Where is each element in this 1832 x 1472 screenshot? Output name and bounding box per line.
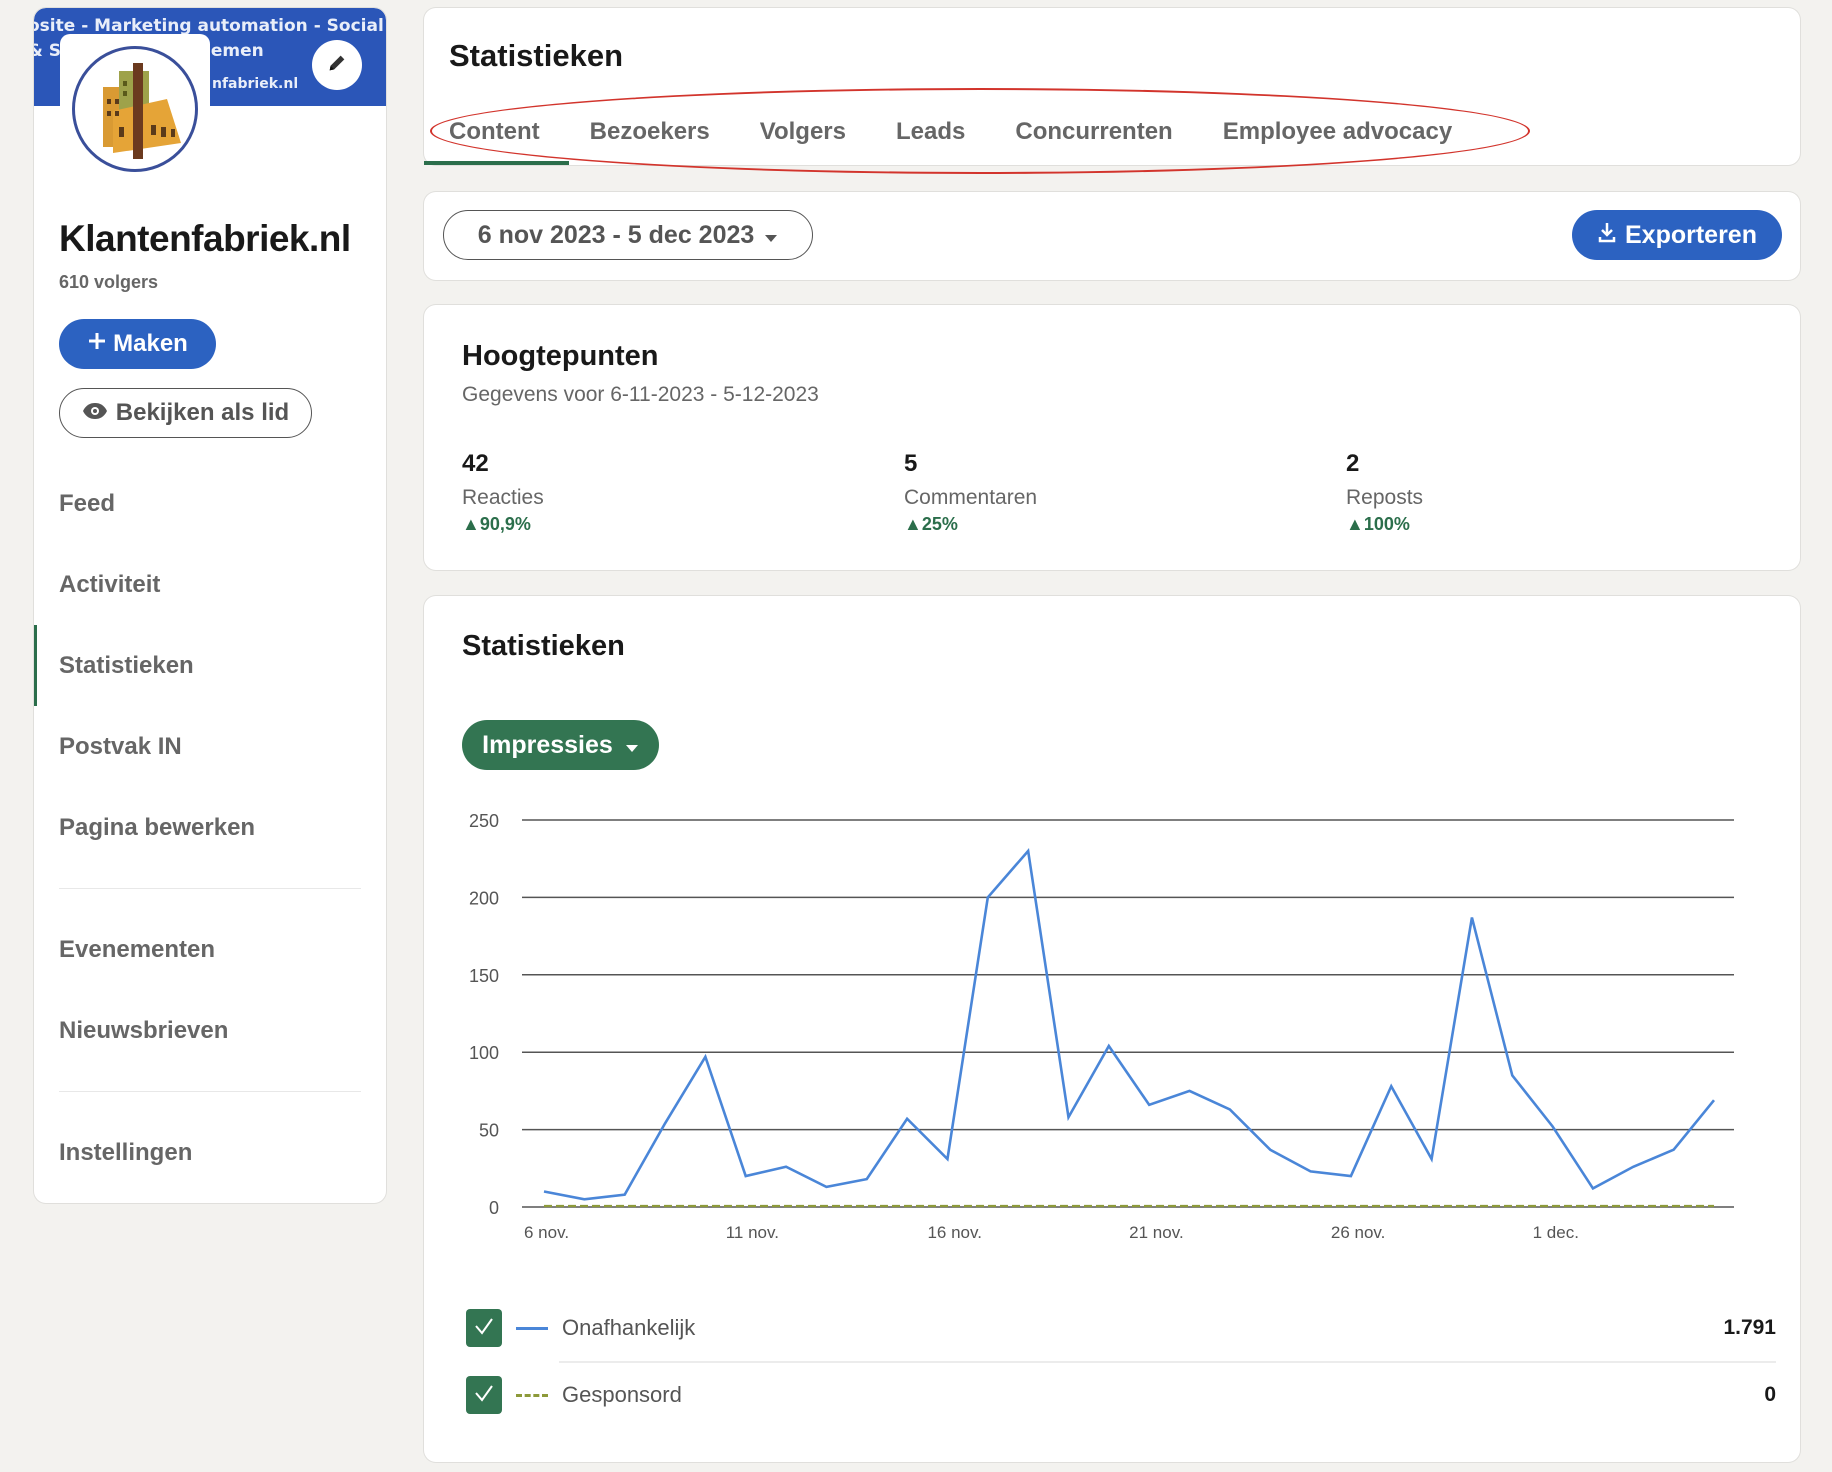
y-tick-label: 0 <box>489 1198 499 1218</box>
metric-value: 5 <box>904 450 918 477</box>
legend-item-organic: Onafhankelijk 1.791 <box>466 1308 1776 1348</box>
active-tab-indicator <box>424 161 569 165</box>
y-tick-label: 50 <box>479 1121 499 1141</box>
banner-text: nfabriek.nl <box>212 76 299 92</box>
metric-reposts: 2 Reposts ▲100% <box>1346 450 1423 535</box>
tab-leads[interactable]: Leads <box>896 118 965 146</box>
metric-change-value: 25% <box>921 514 958 534</box>
legend-item-sponsored: Gesponsord 0 <box>466 1375 1776 1415</box>
y-tick-label: 200 <box>469 888 499 908</box>
analytics-tabs: Content Bezoekers Volgers Leads Concurre… <box>449 118 1452 146</box>
legend-divider <box>559 1361 1776 1363</box>
sidebar-item-activity[interactable]: Activiteit <box>34 544 386 625</box>
nav-divider <box>59 888 361 889</box>
caret-down-icon <box>764 221 778 250</box>
caret-down-icon <box>625 731 639 760</box>
date-range-dropdown[interactable]: 6 nov 2023 - 5 dec 2023 <box>443 210 813 260</box>
sidebar-item-edit-page[interactable]: Pagina bewerken <box>34 787 386 868</box>
organization-sidebar: osite - Marketing automation - Social me… <box>34 8 386 1203</box>
page-title: Statistieken <box>449 38 624 73</box>
statistics-title: Statistieken <box>462 630 625 662</box>
metric-change-value: 100% <box>1363 514 1410 534</box>
solid-line-swatch <box>516 1326 548 1330</box>
sidebar-item-analytics[interactable]: Statistieken <box>34 625 386 706</box>
nav-divider <box>59 1091 361 1092</box>
export-label: Exporteren <box>1625 220 1757 249</box>
follower-count: 610 volgers <box>59 272 159 292</box>
tab-competitors[interactable]: Concurrenten <box>1015 118 1172 146</box>
metric-comments: 5 Commentaren ▲25% <box>904 450 1037 535</box>
download-icon <box>1597 221 1617 250</box>
date-toolbar: 6 nov 2023 - 5 dec 2023 Exporteren <box>424 192 1800 280</box>
series-line-onafhankelijk <box>543 847 1716 1201</box>
sidebar-item-inbox[interactable]: Postvak IN <box>34 706 386 787</box>
banner-text: osite - Marketing automation - Social me… <box>34 16 386 36</box>
tab-employee-advocacy[interactable]: Employee advocacy <box>1223 118 1452 146</box>
metric-label: Reposts <box>1346 486 1424 509</box>
x-tick-label: 1 dec. <box>1533 1223 1579 1242</box>
organization-logo <box>60 34 210 184</box>
checkmark-icon <box>473 1316 495 1341</box>
metric-label: Commentaren <box>904 486 1038 509</box>
dashed-line-swatch <box>516 1393 548 1397</box>
create-button-label: Maken <box>113 330 188 357</box>
metric-dropdown-label: Impressies <box>482 730 613 759</box>
sidebar-item-settings[interactable]: Instellingen <box>34 1112 386 1193</box>
sidebar-item-events[interactable]: Evenementen <box>34 909 386 990</box>
legend-total: 1.791 <box>1723 1316 1776 1339</box>
checkmark-icon <box>473 1383 495 1408</box>
x-tick-label: 16 nov. <box>927 1223 982 1242</box>
sidebar-item-newsletters[interactable]: Nieuwsbrieven <box>34 990 386 1071</box>
eye-icon <box>82 399 108 427</box>
legend-label: Gesponsord <box>562 1382 682 1407</box>
plus-icon <box>87 330 107 358</box>
trend-up-icon: ▲ <box>462 514 480 534</box>
metric-label: Reacties <box>462 486 544 509</box>
sidebar-nav: Feed Activiteit Statistieken Postvak IN … <box>34 463 386 1193</box>
export-button[interactable]: Exporteren <box>1572 210 1782 260</box>
date-range-label: 6 nov 2023 - 5 dec 2023 <box>477 220 755 249</box>
view-as-member-button[interactable]: Bekijken als lid <box>59 388 312 438</box>
tab-followers[interactable]: Volgers <box>760 118 846 146</box>
y-tick-label: 250 <box>469 811 499 831</box>
tab-visitors[interactable]: Bezoekers <box>590 118 710 146</box>
metric-change: ▲25% <box>904 514 1037 535</box>
legend-label: Onafhankelijk <box>562 1315 696 1340</box>
create-button[interactable]: Maken <box>59 319 216 369</box>
edit-cover-button[interactable] <box>312 40 362 90</box>
highlights-title: Hoogtepunten <box>462 340 659 372</box>
sponsored-checkbox[interactable] <box>466 1376 502 1414</box>
sidebar-item-feed[interactable]: Feed <box>34 463 386 544</box>
analytics-header: Statistieken Content Bezoekers Volgers L… <box>424 8 1800 165</box>
metric-change-value: 90,9% <box>479 514 531 534</box>
y-tick-label: 100 <box>469 1043 499 1063</box>
metric-dropdown[interactable]: Impressies <box>462 720 659 770</box>
trend-up-icon: ▲ <box>1346 514 1364 534</box>
trend-up-icon: ▲ <box>904 514 922 534</box>
factory-logo-icon <box>72 46 198 172</box>
y-tick-label: 150 <box>469 966 499 986</box>
metric-change: ▲90,9% <box>462 514 544 535</box>
metric-reactions: 42 Reacties ▲90,9% <box>462 450 544 535</box>
organic-checkbox[interactable] <box>466 1309 502 1347</box>
tab-content[interactable]: Content <box>449 118 540 146</box>
metric-change: ▲100% <box>1346 514 1423 535</box>
view-as-member-label: Bekijken als lid <box>115 399 290 426</box>
x-tick-label: 21 nov. <box>1129 1223 1184 1242</box>
x-tick-label: 11 nov. <box>726 1223 779 1242</box>
metric-value: 42 <box>462 450 489 477</box>
legend-total: 0 <box>1764 1383 1776 1406</box>
x-tick-label: 26 nov. <box>1331 1223 1386 1242</box>
highlights-subtitle: Gegevens voor 6-11-2023 - 5-12-2023 <box>462 383 819 406</box>
pencil-icon <box>326 52 348 79</box>
highlights-card: Hoogtepunten Gegevens voor 6-11-2023 - 5… <box>424 305 1800 570</box>
organization-name: Klantenfabriek.nl <box>59 218 351 259</box>
x-tick-label: 6 nov. <box>524 1223 569 1242</box>
statistics-card: 0 50 100 150 200 250 6 nov. 11 nov. 16 nov. 21 no… <box>424 596 1800 1462</box>
metric-value: 2 <box>1346 450 1360 477</box>
